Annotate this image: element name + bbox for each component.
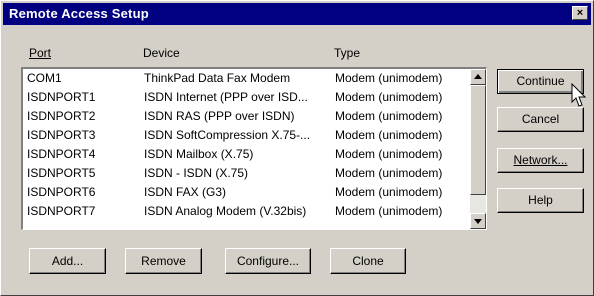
port-cell: ISDNPORT6	[27, 185, 96, 199]
table-row[interactable]: ISDNPORT3 ISDN SoftCompression X.75-... …	[23, 126, 469, 145]
device-cell: ISDN Internet (PPP over ISD...	[144, 90, 308, 104]
mouse-pointer-icon	[571, 83, 587, 107]
table-row[interactable]: ISDNPORT2 ISDN RAS (PPP over ISDN) Modem…	[23, 107, 469, 126]
table-row[interactable]: COM1 ThinkPad Data Fax Modem Modem (unim…	[23, 69, 469, 88]
device-cell: ISDN FAX (G3)	[144, 185, 227, 199]
type-cell: Modem (unimodem)	[335, 147, 443, 161]
port-cell: ISDNPORT3	[27, 128, 96, 142]
device-cell: ISDN SoftCompression X.75-...	[144, 128, 311, 142]
port-cell: ISDNPORT1	[27, 90, 96, 104]
scroll-thumb[interactable]	[470, 85, 486, 195]
remote-access-setup-dialog: Remote Access Setup × Port Device Type C…	[0, 0, 594, 296]
port-cell: ISDNPORT7	[27, 204, 96, 218]
arrow-down-icon	[474, 219, 482, 224]
title-bar[interactable]: Remote Access Setup ×	[3, 3, 591, 25]
type-cell: Modem (unimodem)	[335, 185, 443, 199]
type-cell: Modem (unimodem)	[335, 90, 443, 104]
port-cell: ISDNPORT2	[27, 109, 96, 123]
device-cell: ThinkPad Data Fax Modem	[144, 71, 291, 85]
port-cell: COM1	[27, 71, 62, 85]
type-cell: Modem (unimodem)	[335, 71, 443, 85]
type-cell: Modem (unimodem)	[335, 166, 443, 180]
help-button[interactable]: Help	[497, 188, 584, 213]
device-cell: ISDN Analog Modem (V.32bis)	[144, 204, 307, 218]
vertical-scrollbar[interactable]	[470, 69, 486, 229]
column-header-device: Device	[143, 46, 180, 60]
table-row[interactable]: ISDNPORT6 ISDN FAX (G3) Modem (unimodem)	[23, 183, 469, 202]
type-cell: Modem (unimodem)	[335, 109, 443, 123]
type-cell: Modem (unimodem)	[335, 204, 443, 218]
port-list[interactable]: COM1 ThinkPad Data Fax Modem Modem (unim…	[21, 67, 487, 230]
type-cell: Modem (unimodem)	[335, 128, 443, 142]
port-list-rows: COM1 ThinkPad Data Fax Modem Modem (unim…	[23, 69, 469, 221]
window-title: Remote Access Setup	[9, 6, 149, 21]
network-button[interactable]: Network...	[497, 148, 584, 173]
clone-button[interactable]: Clone	[330, 248, 406, 274]
table-row[interactable]: ISDNPORT5 ISDN - ISDN (X.75) Modem (unim…	[23, 164, 469, 183]
scroll-down-button[interactable]	[470, 213, 486, 229]
add-button[interactable]: Add...	[29, 248, 106, 274]
close-button[interactable]: ×	[572, 6, 588, 20]
column-header-port: Port	[29, 46, 52, 60]
column-header-type: Type	[334, 46, 361, 60]
port-cell: ISDNPORT5	[27, 166, 96, 180]
arrow-up-icon	[474, 74, 482, 79]
remove-button[interactable]: Remove	[125, 248, 202, 274]
configure-button[interactable]: Configure...	[225, 248, 311, 274]
cancel-button[interactable]: Cancel	[497, 107, 584, 132]
table-row[interactable]: ISDNPORT7 ISDN Analog Modem (V.32bis) Mo…	[23, 202, 469, 221]
scroll-up-button[interactable]	[470, 69, 486, 85]
port-cell: ISDNPORT4	[27, 147, 96, 161]
table-row[interactable]: ISDNPORT4 ISDN Mailbox (X.75) Modem (uni…	[23, 145, 469, 164]
device-cell: ISDN RAS (PPP over ISDN)	[144, 109, 295, 123]
device-cell: ISDN Mailbox (X.75)	[144, 147, 254, 161]
table-row[interactable]: ISDNPORT1 ISDN Internet (PPP over ISD...…	[23, 88, 469, 107]
device-cell: ISDN - ISDN (X.75)	[144, 166, 249, 180]
